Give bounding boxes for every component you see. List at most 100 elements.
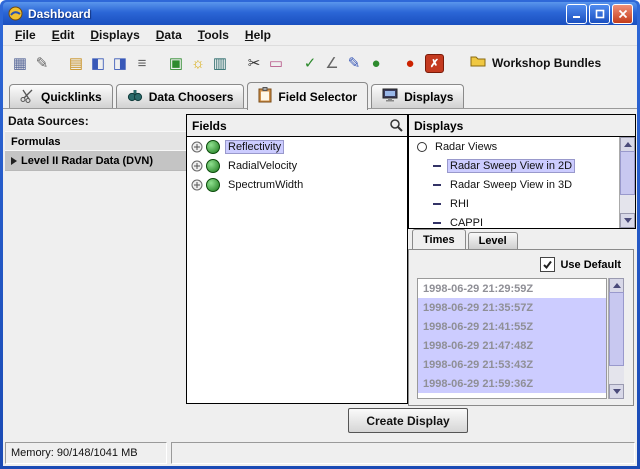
idea-bulb-icon[interactable]: ☼ [187,52,209,74]
data-source-label: Formulas [11,136,61,148]
tip-of-day-icon[interactable]: ▣ [165,52,187,74]
toolbar: ▦ ✎ ▤ ◧ ◨ ≡ ▣ ☼ ▥ ✂ ▭ ✓ ∠ ✎ ● ● ✗ Worksh… [3,45,637,81]
display-type-row[interactable]: Radar Sweep View in 2D [409,156,635,175]
scroll-down-icon[interactable] [620,213,635,228]
displays-tree: Radar Views Radar Sweep View in 2D Radar… [409,137,635,228]
time-item[interactable]: 1998-06-29 21:53:43Z [418,355,606,374]
tab-label: Quicklinks [41,90,102,104]
main-tab-bar: Quicklinks Data Choosers Field Selector … [3,81,637,109]
time-item[interactable]: 1998-06-29 21:47:48Z [418,336,606,355]
tab-quicklinks[interactable]: Quicklinks [9,84,113,108]
dashboard-window: Dashboard File Edit Displays Data Tools … [0,0,640,469]
tree-leaf-icon [433,165,441,167]
menu-file[interactable]: File [7,26,44,44]
time-item[interactable]: 1998-06-29 21:41:55Z [418,317,606,336]
use-default-checkbox[interactable] [540,257,555,272]
menu-help[interactable]: Help [237,26,279,44]
fields-tree: Reflectivity RadialVelocity [187,137,407,403]
tree-expander-icon[interactable] [191,160,203,172]
display-type-label: RHI [447,197,472,211]
data-source-level2-radar[interactable]: Level II Radar Data (DVN) [5,150,190,171]
menu-bar: File Edit Displays Data Tools Help [3,25,637,46]
scroll-down-icon[interactable] [609,384,624,399]
field-sphere-icon [206,178,220,192]
open-bundle-icon[interactable]: ▤ [65,52,87,74]
close-button[interactable] [612,4,633,24]
field-row-spectrumwidth[interactable]: SpectrumWidth [187,175,407,194]
displays-root-row[interactable]: Radar Views [409,137,635,156]
data-source-label: Level II Radar Data (DVN) [21,155,153,167]
status-message-area [171,442,635,464]
field-row-radialvelocity[interactable]: RadialVelocity [187,156,407,175]
fields-header-label: Fields [192,119,227,133]
times-pane: Use Default 1998-06-29 21:29:59Z 1998-06… [408,249,634,406]
field-label: RadialVelocity [225,159,300,173]
display-type-row[interactable]: RHI [409,194,635,213]
select-icon[interactable]: ✓ [299,52,321,74]
measure-icon[interactable]: ∠ [321,52,343,74]
time-item[interactable]: 1998-06-29 21:59:36Z [418,374,606,393]
show-dashboard-icon[interactable]: ▦ [9,52,31,74]
globe-icon[interactable]: ● [365,52,387,74]
erase-icon[interactable]: ▭ [265,52,287,74]
menu-displays[interactable]: Displays [82,26,147,44]
menu-tools[interactable]: Tools [190,26,237,44]
times-level-tab-bar: Times Level [408,230,634,249]
tab-displays[interactable]: Displays [371,84,464,108]
displays-panel-header: Displays [409,115,635,137]
tree-expander-icon[interactable] [191,179,203,191]
times-level-panel: Times Level Use Default 1998-06-29 21:29… [408,230,634,406]
save-favorite-icon[interactable]: ◨ [109,52,131,74]
scrollbar-thumb[interactable] [609,292,624,366]
tree-leaf-icon [433,203,441,205]
minimize-button[interactable] [566,4,587,24]
time-item[interactable]: 1998-06-29 21:29:59Z [418,279,606,298]
client-area: File Edit Displays Data Tools Help ▦ ✎ ▤… [3,25,637,466]
tab-field-selector[interactable]: Field Selector [247,82,368,110]
stop-icon[interactable]: ✗ [425,54,444,73]
tree-leaf-icon [433,184,441,186]
scroll-up-icon[interactable] [620,137,635,152]
tab-times[interactable]: Times [412,229,466,249]
window-controls [566,4,633,24]
window-title: Dashboard [28,7,561,21]
search-icon[interactable] [389,118,403,135]
record-icon[interactable]: ● [399,52,421,74]
menu-data[interactable]: Data [148,26,190,44]
display-type-row[interactable]: CAPPI [409,213,635,228]
edit-formulas-icon[interactable]: ✎ [31,52,53,74]
folder-icon [470,54,486,72]
times-scrollbar[interactable] [608,278,624,399]
tree-node-icon [417,142,427,152]
tab-data-choosers[interactable]: Data Choosers [116,84,245,108]
time-item[interactable]: 1998-06-29 21:35:57Z [418,298,606,317]
field-label: Reflectivity [225,140,284,154]
maximize-button[interactable] [589,4,610,24]
data-source-formulas[interactable]: Formulas [5,131,190,152]
display-type-label: CAPPI [447,216,486,229]
tab-label: Data Choosers [149,90,234,104]
cut-icon[interactable]: ✂ [243,52,265,74]
times-list: 1998-06-29 21:29:59Z 1998-06-29 21:35:57… [417,278,607,399]
tree-expander-icon[interactable] [191,141,203,153]
displays-scrollbar[interactable] [619,137,635,228]
tab-level[interactable]: Level [468,232,518,249]
draw-icon[interactable]: ✎ [343,52,365,74]
menu-edit[interactable]: Edit [44,26,83,44]
display-type-row[interactable]: Radar Sweep View in 3D [409,175,635,194]
scrollbar-thumb[interactable] [620,151,635,195]
tab-label: Field Selector [278,90,357,104]
displays-root-label: Radar Views [432,140,500,154]
workshop-bundles-label: Workshop Bundles [492,56,601,70]
print-icon[interactable]: ≡ [131,52,153,74]
use-default-label: Use Default [560,259,621,271]
memory-status: Memory: 90/148/1041 MB [5,442,167,464]
workshop-bundles-menu[interactable]: Workshop Bundles [470,54,601,72]
create-display-button[interactable]: Create Display [348,408,468,433]
field-row-reflectivity[interactable]: Reflectivity [187,137,407,156]
save-bundle-icon[interactable]: ◧ [87,52,109,74]
data-sources-header: Data Sources: [8,114,89,128]
title-bar[interactable]: Dashboard [3,2,637,25]
console-icon[interactable]: ▥ [209,52,231,74]
scroll-up-icon[interactable] [609,278,624,293]
